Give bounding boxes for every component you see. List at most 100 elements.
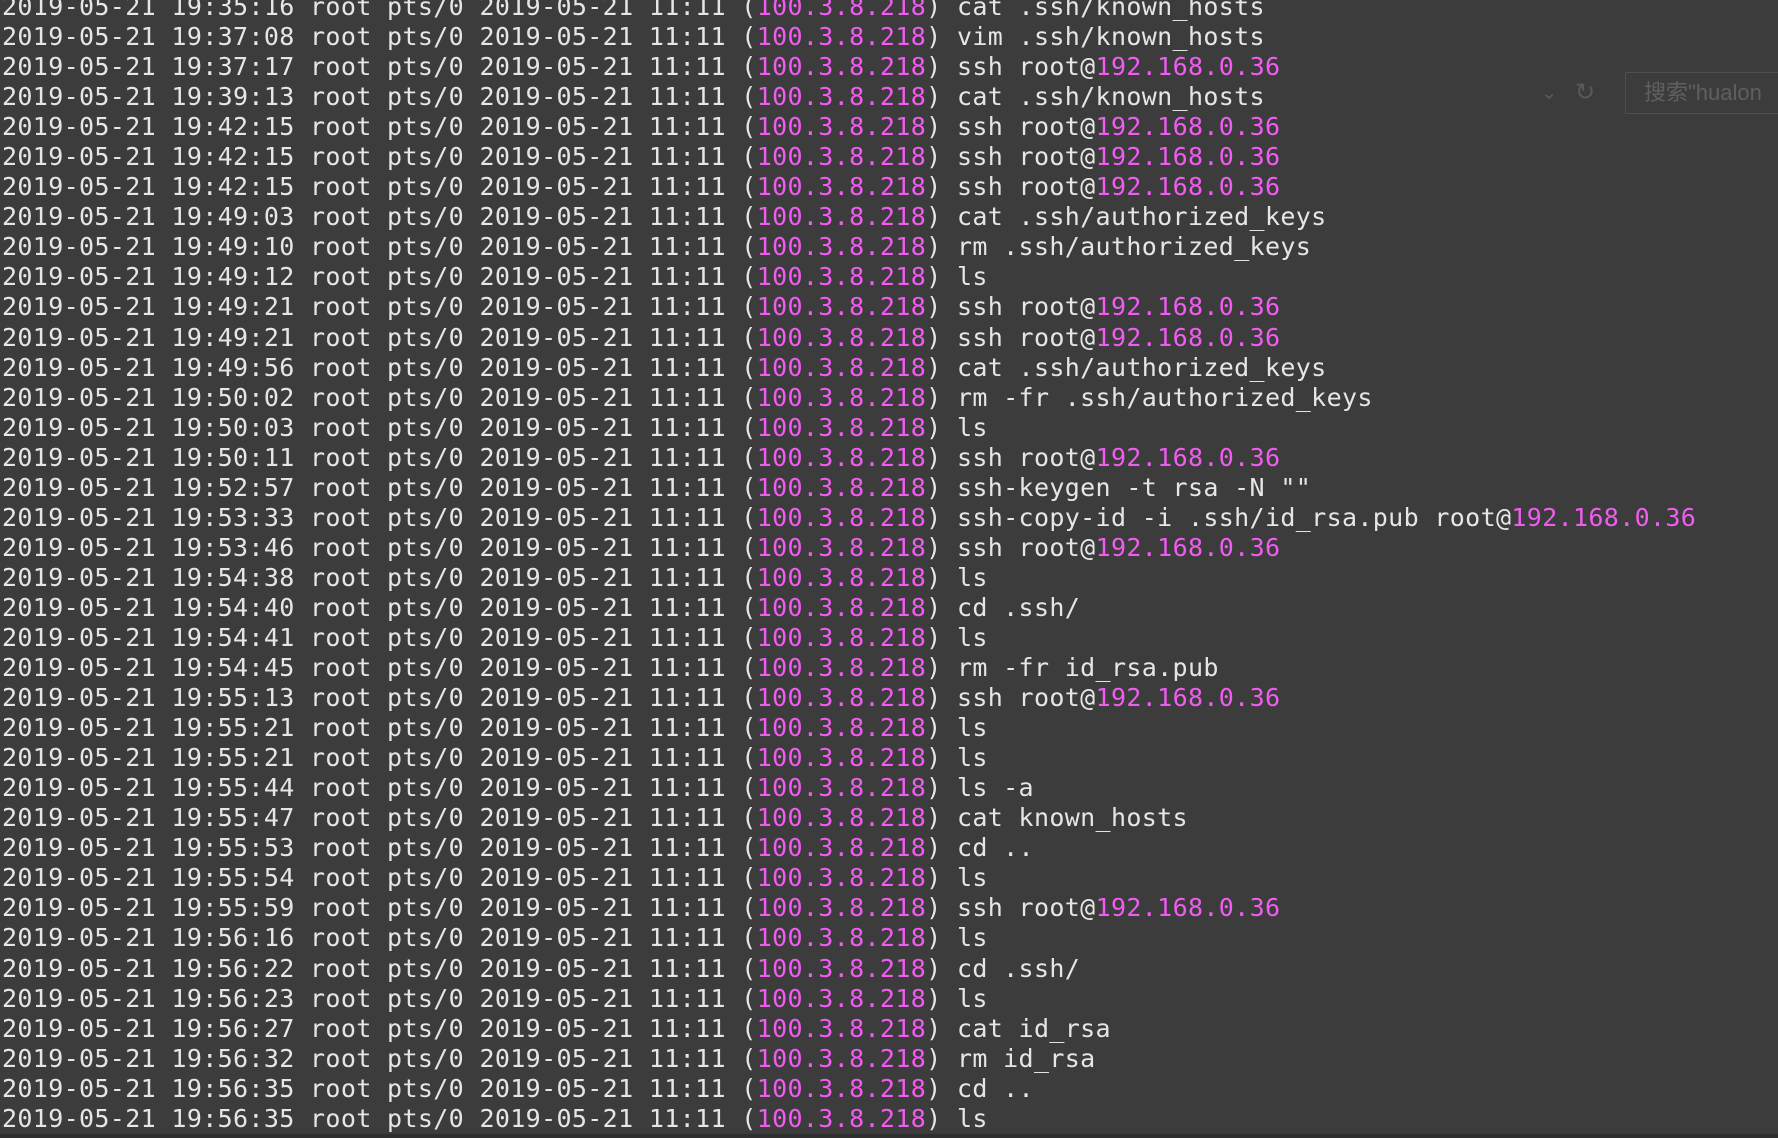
log-command: cd .. xyxy=(956,1073,1034,1103)
log-login-time: 2019-05-21 11:11 xyxy=(479,352,726,382)
log-source-ip: 100.3.8.218 xyxy=(756,472,927,502)
log-source-ip: 100.3.8.218 xyxy=(756,0,927,21)
log-datetime: 2019-05-21 19:56:27 xyxy=(2,1013,295,1043)
log-tty: pts/0 xyxy=(387,202,465,232)
log-user: root xyxy=(310,0,372,21)
log-command: ssh root@ xyxy=(956,442,1096,472)
log-login-time: 2019-05-21 11:11 xyxy=(479,713,726,743)
log-tty: pts/0 xyxy=(387,502,465,532)
log-command-ip: 192.168.0.36 xyxy=(1095,893,1281,923)
log-command: ls xyxy=(956,923,988,953)
log-datetime: 2019-05-21 19:37:08 xyxy=(2,22,295,52)
log-datetime: 2019-05-21 19:42:15 xyxy=(2,172,295,202)
log-line: 2019-05-21 19:50:03 root pts/0 2019-05-2… xyxy=(2,412,988,442)
log-login-time: 2019-05-21 11:11 xyxy=(479,232,726,262)
log-user: root xyxy=(310,322,372,352)
log-datetime: 2019-05-21 19:56:32 xyxy=(2,1043,295,1073)
log-command: ls xyxy=(956,983,988,1013)
log-user: root xyxy=(310,893,372,923)
log-tty: pts/0 xyxy=(387,442,465,472)
log-user: root xyxy=(310,292,372,322)
log-tty: pts/0 xyxy=(387,172,465,202)
log-command: ssh root@ xyxy=(956,52,1096,82)
log-line: 2019-05-21 19:55:13 root pts/0 2019-05-2… xyxy=(2,683,1281,713)
log-login-time: 2019-05-21 11:11 xyxy=(479,1043,726,1073)
log-line: 2019-05-21 19:54:40 root pts/0 2019-05-2… xyxy=(2,592,1081,622)
log-user: root xyxy=(310,953,372,983)
log-source-ip: 100.3.8.218 xyxy=(756,412,927,442)
log-datetime: 2019-05-21 19:49:12 xyxy=(2,262,295,292)
log-tty: pts/0 xyxy=(387,412,465,442)
log-line: 2019-05-21 19:50:02 root pts/0 2019-05-2… xyxy=(2,382,1373,412)
log-source-ip: 100.3.8.218 xyxy=(756,262,927,292)
log-command: cat .ssh/known_hosts xyxy=(956,0,1265,21)
log-command: cat id_rsa xyxy=(956,1013,1111,1043)
log-login-time: 2019-05-21 11:11 xyxy=(479,803,726,833)
log-line: 2019-05-21 19:49:56 root pts/0 2019-05-2… xyxy=(2,352,1327,382)
log-source-ip: 100.3.8.218 xyxy=(756,232,927,262)
log-command: cat .ssh/authorized_keys xyxy=(956,352,1327,382)
log-login-time: 2019-05-21 11:11 xyxy=(479,172,726,202)
log-command-ip: 192.168.0.36 xyxy=(1095,322,1281,352)
log-user: root xyxy=(310,112,372,142)
log-source-ip: 100.3.8.218 xyxy=(756,1013,927,1043)
log-datetime: 2019-05-21 19:53:46 xyxy=(2,532,295,562)
log-command: cd .ssh/ xyxy=(956,953,1081,983)
log-login-time: 2019-05-21 11:11 xyxy=(479,292,726,322)
log-tty: pts/0 xyxy=(387,1103,465,1133)
log-tty: pts/0 xyxy=(387,112,465,142)
log-source-ip: 100.3.8.218 xyxy=(756,1103,927,1133)
log-datetime: 2019-05-21 19:35:16 xyxy=(2,0,295,21)
log-command: ssh root@ xyxy=(956,142,1096,172)
log-tty: pts/0 xyxy=(387,622,465,652)
log-command: vim .ssh/known_hosts xyxy=(956,22,1265,52)
log-datetime: 2019-05-21 19:56:35 xyxy=(2,1073,295,1103)
log-user: root xyxy=(310,983,372,1013)
log-line: 2019-05-21 19:55:59 root pts/0 2019-05-2… xyxy=(2,893,1281,923)
log-user: root xyxy=(310,803,372,833)
log-source-ip: 100.3.8.218 xyxy=(756,442,927,472)
log-line: 2019-05-21 19:49:21 root pts/0 2019-05-2… xyxy=(2,322,1281,352)
log-login-time: 2019-05-21 11:11 xyxy=(479,863,726,893)
log-user: root xyxy=(310,412,372,442)
log-command: rm -fr id_rsa.pub xyxy=(956,653,1219,683)
log-source-ip: 100.3.8.218 xyxy=(756,953,927,983)
log-user: root xyxy=(310,142,372,172)
log-datetime: 2019-05-21 19:49:21 xyxy=(2,322,295,352)
log-datetime: 2019-05-21 19:54:38 xyxy=(2,562,295,592)
log-line: 2019-05-21 19:55:53 root pts/0 2019-05-2… xyxy=(2,833,1034,863)
log-tty: pts/0 xyxy=(387,953,465,983)
log-line: 2019-05-21 19:53:46 root pts/0 2019-05-2… xyxy=(2,532,1281,562)
log-source-ip: 100.3.8.218 xyxy=(756,352,927,382)
log-source-ip: 100.3.8.218 xyxy=(756,683,927,713)
log-login-time: 2019-05-21 11:11 xyxy=(479,472,726,502)
log-user: root xyxy=(310,532,372,562)
log-user: root xyxy=(310,172,372,202)
log-source-ip: 100.3.8.218 xyxy=(756,322,927,352)
log-tty: pts/0 xyxy=(387,893,465,923)
log-datetime: 2019-05-21 19:56:16 xyxy=(2,923,295,953)
log-source-ip: 100.3.8.218 xyxy=(756,893,927,923)
log-login-time: 2019-05-21 11:11 xyxy=(479,893,726,923)
terminal-history-log[interactable]: 2019-05-21 19:35:16 root pts/0 2019-05-2… xyxy=(0,0,1778,1138)
log-datetime: 2019-05-21 19:54:41 xyxy=(2,622,295,652)
log-login-time: 2019-05-21 11:11 xyxy=(479,442,726,472)
log-line: 2019-05-21 19:49:12 root pts/0 2019-05-2… xyxy=(2,262,988,292)
log-tty: pts/0 xyxy=(387,983,465,1013)
log-command-ip: 192.168.0.36 xyxy=(1095,112,1281,142)
log-command: cat known_hosts xyxy=(956,803,1188,833)
log-datetime: 2019-05-21 19:50:03 xyxy=(2,412,295,442)
log-datetime: 2019-05-21 19:55:13 xyxy=(2,683,295,713)
log-login-time: 2019-05-21 11:11 xyxy=(479,622,726,652)
log-command-ip: 192.168.0.36 xyxy=(1095,52,1281,82)
log-login-time: 2019-05-21 11:11 xyxy=(479,502,726,532)
log-command: ssh root@ xyxy=(956,292,1096,322)
log-user: root xyxy=(310,262,372,292)
log-user: root xyxy=(310,923,372,953)
log-command-ip: 192.168.0.36 xyxy=(1095,442,1281,472)
log-command: ssh root@ xyxy=(956,172,1096,202)
log-user: root xyxy=(310,743,372,773)
log-datetime: 2019-05-21 19:54:45 xyxy=(2,653,295,683)
log-line: 2019-05-21 19:49:03 root pts/0 2019-05-2… xyxy=(2,202,1327,232)
log-command: ls xyxy=(956,713,988,743)
